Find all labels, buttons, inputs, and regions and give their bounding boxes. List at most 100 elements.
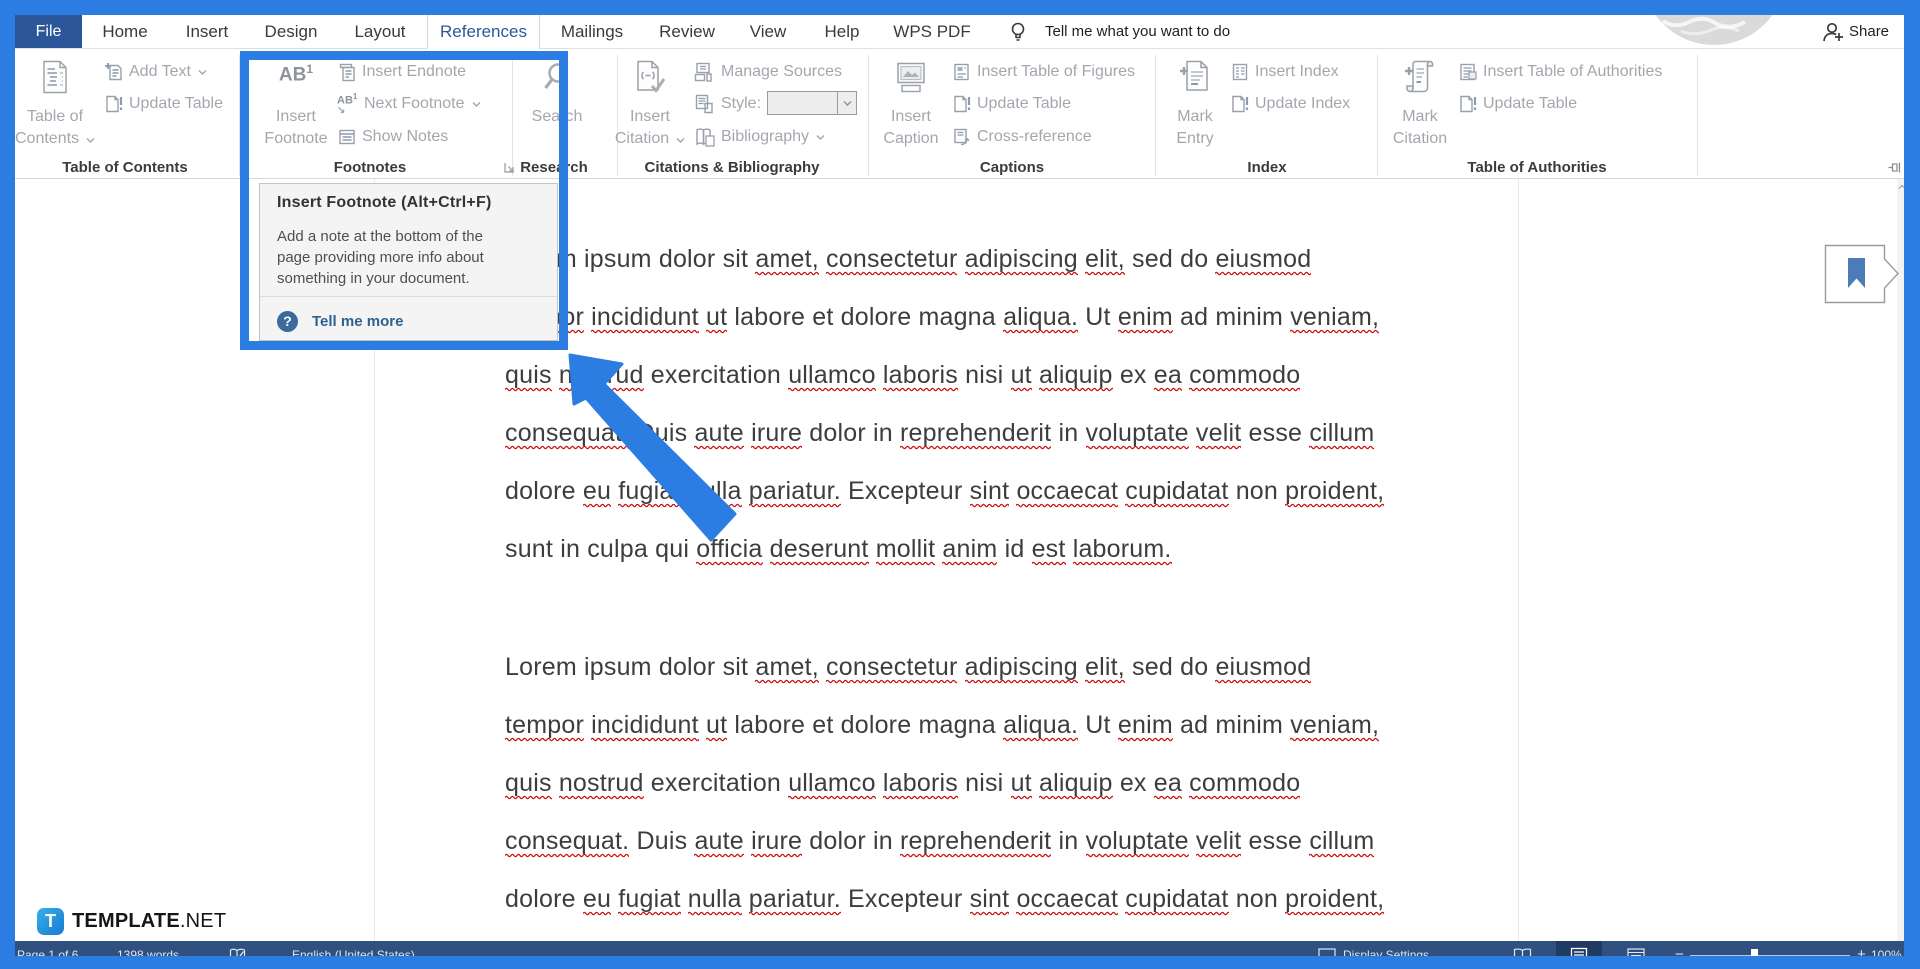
document-word: laboris	[883, 361, 958, 389]
table-of-contents-button[interactable]: Table of Contents	[15, 49, 95, 159]
captions-update-table-button[interactable]: Update Table	[952, 94, 1071, 114]
document-word: Excepteur	[848, 477, 962, 505]
ribbon-tab-bar: File Home Insert Design Layout Reference…	[15, 15, 1904, 49]
spellcheck-squiggle	[970, 503, 1010, 508]
insert-index-button[interactable]: Insert Index	[1230, 62, 1339, 82]
spellcheck-squiggle	[755, 679, 819, 684]
spellcheck-squiggle	[688, 503, 742, 508]
insert-citation-label-1: Insert	[610, 109, 690, 125]
document-word: enim	[1118, 303, 1173, 331]
share-button[interactable]: Share	[1849, 15, 1889, 48]
document-word: proident,	[1285, 885, 1384, 913]
style-combobox[interactable]	[767, 91, 857, 115]
document-word: velit	[1196, 827, 1241, 855]
tab-home[interactable]: Home	[102, 15, 147, 48]
page-right-edge	[1518, 179, 1519, 941]
spellcheck-squiggle	[696, 561, 762, 566]
spellcheck-squiggle	[1032, 561, 1066, 566]
toc-label-1: Table of	[15, 109, 95, 125]
tab-layout[interactable]: Layout	[354, 15, 405, 48]
spellcheck-squiggle	[883, 795, 958, 800]
style-combobox-arrow[interactable]	[837, 92, 856, 114]
document-word: occaecat	[1016, 885, 1118, 913]
spellcheck-squiggle	[1086, 445, 1189, 450]
style-icon	[694, 93, 716, 115]
mark-entry-button[interactable]: Mark Entry	[1155, 49, 1235, 159]
document-word: incididunt	[591, 711, 699, 739]
document-word: ullamco	[788, 361, 876, 389]
style-label-row: Style:	[694, 94, 761, 114]
manage-sources-button[interactable]: Manage Sources	[694, 62, 842, 82]
pin-ribbon-icon[interactable]	[1887, 160, 1902, 175]
document-word: sint	[970, 885, 1010, 913]
tab-references[interactable]: References	[427, 15, 540, 49]
tab-file[interactable]: File	[15, 15, 82, 49]
add-text-button[interactable]: Add Text	[104, 62, 207, 82]
document-word: officia	[696, 535, 762, 563]
tab-wps-pdf[interactable]: WPS PDF	[893, 15, 970, 48]
document-word: Ut	[1085, 303, 1110, 331]
frame-right	[1904, 0, 1920, 969]
update-index-icon	[1230, 94, 1250, 114]
insert-table-of-authorities-button[interactable]: Insert Table of Authorities	[1458, 62, 1662, 82]
mark-citation-button[interactable]: Mark Citation	[1380, 49, 1460, 159]
insert-table-of-authorities-icon	[1458, 62, 1478, 82]
document-word: non	[1236, 885, 1278, 913]
tab-help[interactable]: Help	[825, 15, 860, 48]
document-word: nulla	[688, 885, 742, 913]
spellcheck-squiggle	[1016, 503, 1118, 508]
document-word: nisi	[965, 361, 1003, 389]
insert-table-of-figures-label: Insert Table of Figures	[977, 63, 1135, 81]
insert-citation-label-2: Citation	[610, 131, 690, 147]
document-word: ut	[1011, 769, 1032, 797]
document-word: quis	[505, 361, 552, 389]
bookmark-callout[interactable]	[1824, 244, 1902, 306]
insert-table-of-figures-button[interactable]: Insert Table of Figures	[952, 62, 1135, 82]
document-text-line: Lorem ipsum dolor sit amet, consectetur …	[505, 638, 1311, 696]
insert-citation-button[interactable]: Insert Citation	[610, 49, 690, 159]
tab-insert[interactable]: Insert	[186, 15, 229, 48]
add-text-icon	[104, 62, 124, 82]
mark-entry-label-1: Mark	[1155, 109, 1235, 125]
document-word: esse	[1249, 419, 1303, 447]
spellcheck-squiggle	[1285, 503, 1384, 508]
insert-caption-icon	[894, 60, 928, 94]
document-word: Duis	[636, 419, 687, 447]
document-word: consectetur	[826, 653, 957, 681]
document-word: aliqua.	[1003, 711, 1078, 739]
document-word: veniam,	[1290, 303, 1379, 331]
update-table-button[interactable]: Update Table	[104, 94, 223, 114]
spellcheck-squiggle	[942, 561, 997, 566]
document-word: in	[1058, 827, 1078, 855]
update-index-button[interactable]: Update Index	[1230, 94, 1350, 114]
tell-me-box[interactable]: Tell me what you want to do	[1045, 15, 1230, 48]
tab-design[interactable]: Design	[265, 15, 318, 48]
manage-sources-icon	[694, 61, 716, 83]
document-word: ex	[1120, 361, 1147, 389]
spellcheck-squiggle	[583, 911, 611, 916]
tab-view[interactable]: View	[750, 15, 787, 48]
document-word: est	[1032, 535, 1066, 563]
spellcheck-squiggle	[826, 271, 957, 276]
template-net-brand: TEMPLATE.NET	[72, 910, 226, 933]
spellcheck-squiggle	[688, 911, 742, 916]
document-word: mollit	[876, 535, 936, 563]
tab-review[interactable]: Review	[659, 15, 715, 48]
spellcheck-squiggle	[1011, 795, 1032, 800]
cross-reference-button[interactable]: Cross-reference	[952, 127, 1092, 147]
toa-update-table-button[interactable]: Update Table	[1458, 94, 1577, 114]
bibliography-button[interactable]: Bibliography	[694, 127, 825, 147]
spellcheck-squiggle	[505, 445, 629, 450]
captions-update-table-label: Update Table	[977, 95, 1071, 113]
document-word: ad minim	[1180, 711, 1283, 739]
toc-label-2: Contents	[15, 131, 95, 147]
spellcheck-squiggle	[826, 679, 957, 684]
highlight-rectangle	[240, 51, 568, 350]
document-word: anim	[942, 535, 997, 563]
style-label: Style:	[721, 95, 761, 113]
document-word: deserunt	[770, 535, 869, 563]
tab-mailings[interactable]: Mailings	[561, 15, 623, 48]
spellcheck-squiggle	[1039, 795, 1113, 800]
spellcheck-squiggle	[900, 445, 1051, 450]
insert-caption-button[interactable]: Insert Caption	[871, 49, 951, 159]
